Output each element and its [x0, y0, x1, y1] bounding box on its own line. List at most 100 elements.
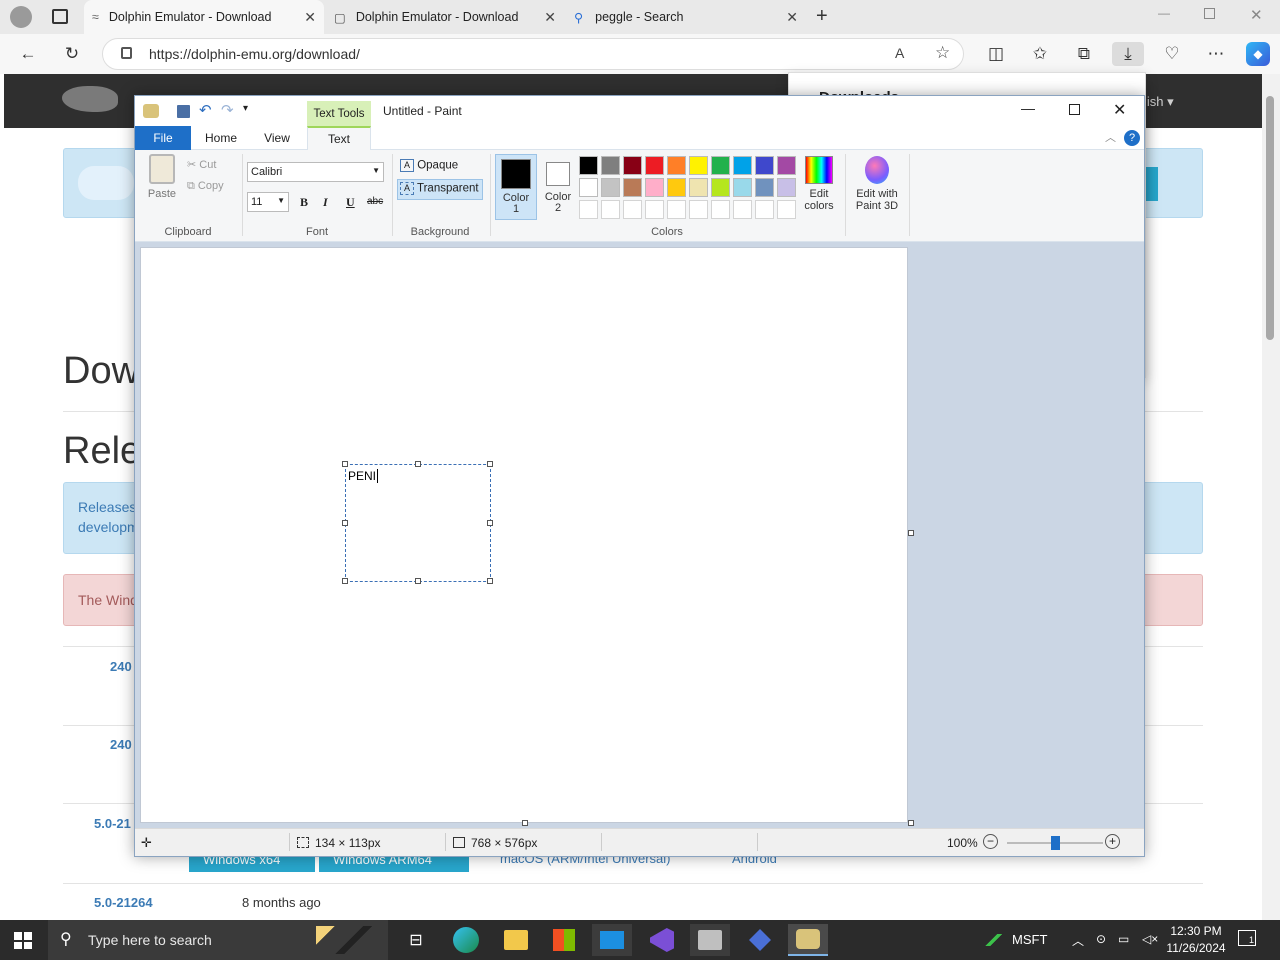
- resize-handle[interactable]: [415, 461, 421, 467]
- help-icon[interactable]: ?: [1124, 130, 1140, 146]
- workspaces-icon[interactable]: [52, 9, 68, 24]
- cut-button[interactable]: ✂ Cut: [187, 158, 216, 171]
- task-view-icon[interactable]: ⊟: [396, 924, 436, 956]
- palette-swatch[interactable]: [777, 200, 796, 219]
- palette-swatch[interactable]: [689, 178, 708, 197]
- color1-button[interactable]: Color 1: [495, 154, 537, 220]
- profile-avatar[interactable]: [10, 6, 32, 28]
- close-window-icon[interactable]: ✕: [1250, 6, 1263, 24]
- palette-swatch[interactable]: [689, 200, 708, 219]
- palette-swatch[interactable]: [755, 178, 774, 197]
- downloads-icon[interactable]: ⤓: [1112, 42, 1144, 66]
- drawing-canvas[interactable]: PENI: [140, 247, 908, 823]
- notification-center-icon[interactable]: 1: [1238, 930, 1256, 946]
- volume-muted-icon[interactable]: ◁×: [1142, 932, 1158, 946]
- favorites-icon[interactable]: ✩: [1028, 42, 1052, 66]
- underline-button[interactable]: U: [346, 195, 355, 210]
- palette-swatch[interactable]: [645, 178, 664, 197]
- start-button[interactable]: [14, 932, 32, 949]
- file-explorer-icon[interactable]: [496, 924, 536, 956]
- palette-swatch[interactable]: [755, 200, 774, 219]
- browser-tab-dolphin-1[interactable]: ≈ Dolphin Emulator - Download ✕: [84, 0, 324, 34]
- palette-swatch[interactable]: [601, 178, 620, 197]
- palette-swatch[interactable]: [667, 200, 686, 219]
- app-taskbar-icon[interactable]: [740, 924, 780, 956]
- resize-handle[interactable]: [342, 461, 348, 467]
- tab-file[interactable]: File: [135, 126, 191, 150]
- release-version-link[interactable]: 5.0-21: [94, 816, 131, 831]
- dolphin-logo[interactable]: [62, 86, 118, 112]
- palette-swatch[interactable]: [645, 200, 664, 219]
- copy-button[interactable]: ⧉ Copy: [187, 180, 224, 193]
- store-icon[interactable]: [544, 924, 584, 956]
- strikethrough-button[interactable]: abc: [367, 196, 383, 207]
- tab-home[interactable]: Home: [193, 126, 249, 150]
- resize-handle[interactable]: [487, 520, 493, 526]
- clock[interactable]: 12:30 PM 11/26/2024: [1164, 923, 1228, 957]
- palette-swatch[interactable]: [601, 156, 620, 175]
- transparent-option[interactable]: A Transparent: [397, 179, 483, 200]
- palette-swatch[interactable]: [579, 200, 598, 219]
- visual-studio-icon[interactable]: [642, 924, 682, 956]
- maximize-icon[interactable]: [1069, 104, 1080, 115]
- app-taskbar-icon[interactable]: [690, 924, 730, 956]
- page-scrollbar[interactable]: [1262, 74, 1280, 920]
- palette-swatch[interactable]: [667, 178, 686, 197]
- tab-text[interactable]: Text: [307, 126, 371, 150]
- favorite-star-icon[interactable]: ☆: [935, 43, 950, 63]
- resize-handle[interactable]: [342, 520, 348, 526]
- palette-swatch[interactable]: [711, 156, 730, 175]
- palette-swatch[interactable]: [623, 200, 642, 219]
- paste-button[interactable]: Paste: [145, 154, 179, 200]
- scroll-thumb[interactable]: [1266, 96, 1274, 340]
- palette-swatch[interactable]: [711, 200, 730, 219]
- palette-swatch[interactable]: [755, 156, 774, 175]
- text-box[interactable]: PENI: [342, 461, 493, 584]
- stock-widget[interactable]: MSFT: [982, 932, 1047, 947]
- opaque-option[interactable]: A Opaque: [397, 158, 483, 176]
- palette-swatch[interactable]: [579, 178, 598, 197]
- new-tab-button[interactable]: +: [816, 5, 828, 28]
- zoom-slider[interactable]: [1007, 836, 1103, 850]
- undo-icon[interactable]: ↶: [199, 101, 212, 119]
- customize-quick-access-icon[interactable]: ▾: [243, 103, 248, 114]
- bold-button[interactable]: B: [300, 195, 308, 210]
- palette-swatch[interactable]: [579, 156, 598, 175]
- restore-window-icon[interactable]: [1204, 8, 1215, 19]
- collections-icon[interactable]: ⧉: [1072, 42, 1096, 66]
- palette-swatch[interactable]: [667, 156, 686, 175]
- palette-swatch[interactable]: [733, 200, 752, 219]
- resize-handle[interactable]: [342, 578, 348, 584]
- zoom-slider-thumb[interactable]: [1051, 836, 1060, 850]
- network-icon[interactable]: ▭: [1118, 932, 1129, 946]
- edit-with-paint3d-button[interactable]: Edit with Paint 3D: [849, 156, 905, 212]
- refresh-icon[interactable]: ↻: [60, 42, 84, 66]
- text-box-content[interactable]: PENI: [348, 469, 379, 483]
- save-icon[interactable]: [177, 105, 190, 118]
- palette-swatch[interactable]: [689, 156, 708, 175]
- minimize-window-icon[interactable]: —: [1158, 6, 1170, 20]
- copilot-icon[interactable]: ◆: [1246, 42, 1270, 66]
- color2-button[interactable]: Color 2: [539, 154, 577, 220]
- show-hidden-icons[interactable]: ︿: [1072, 932, 1084, 949]
- font-size-select[interactable]: 11 ▼: [247, 192, 289, 212]
- resize-handle[interactable]: [415, 578, 421, 584]
- browser-tab-dolphin-2[interactable]: ▢ Dolphin Emulator - Download ✕: [326, 0, 564, 34]
- resize-handle[interactable]: [487, 578, 493, 584]
- palette-swatch[interactable]: [777, 156, 796, 175]
- canvas-resize-handle[interactable]: [908, 820, 914, 826]
- close-icon[interactable]: ✕: [1113, 100, 1126, 120]
- mail-icon[interactable]: [592, 924, 632, 956]
- read-aloud-icon[interactable]: A: [895, 45, 904, 61]
- edit-colors-button[interactable]: Edit colors: [801, 156, 837, 212]
- canvas-resize-handle[interactable]: [522, 820, 528, 826]
- release-version-link[interactable]: 240: [110, 737, 132, 752]
- close-tab-icon[interactable]: ✕: [304, 9, 316, 26]
- browser-tab-search[interactable]: ⚲ peggle - Search ✕: [566, 0, 806, 34]
- close-tab-icon[interactable]: ✕: [544, 9, 556, 26]
- more-menu-icon[interactable]: ⋯: [1204, 42, 1228, 66]
- palette-swatch[interactable]: [777, 178, 796, 197]
- palette-swatch[interactable]: [645, 156, 664, 175]
- browser-essentials-icon[interactable]: ♡: [1160, 42, 1184, 66]
- palette-swatch[interactable]: [711, 178, 730, 197]
